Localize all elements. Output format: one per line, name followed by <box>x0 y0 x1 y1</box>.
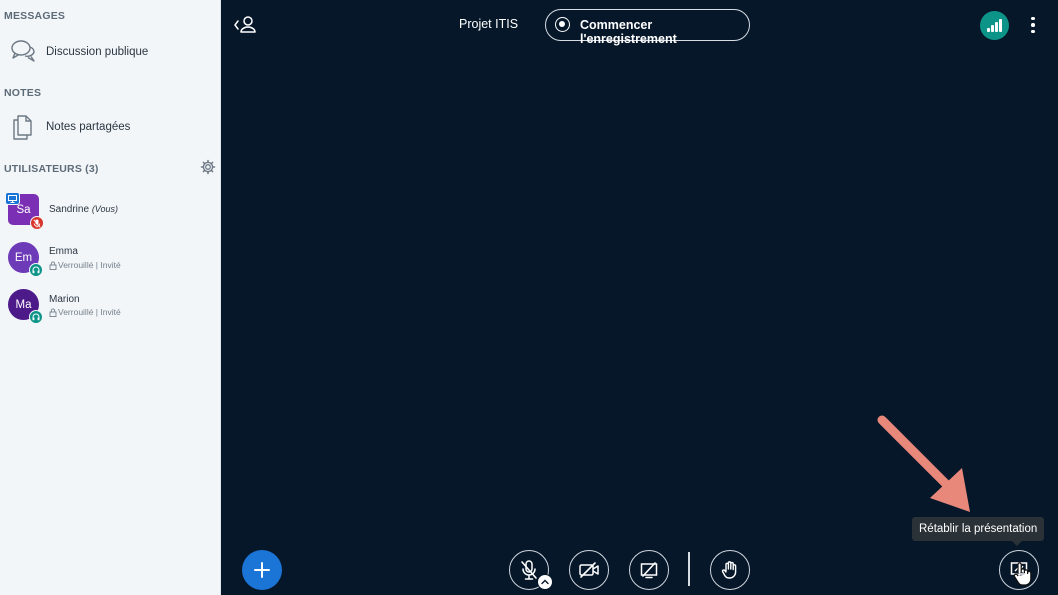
you-tag: (Vous) <box>91 204 118 214</box>
avatar-initials: Sa <box>16 203 31 216</box>
public-chat-item[interactable]: Discussion publique <box>0 34 221 70</box>
camera-off-icon[interactable] <box>569 550 609 590</box>
avatar-initials: Ma <box>15 298 32 311</box>
gear-icon[interactable] <box>200 159 216 175</box>
sidebar: MESSAGES Discussion publique NOTES Notes… <box>0 0 221 595</box>
annotation-arrow-icon <box>877 415 970 512</box>
shared-notes-item[interactable]: Notes partagées <box>0 109 221 145</box>
lock-icon <box>49 308 57 317</box>
user-meta-text: Verrouillé | Invité <box>58 260 121 270</box>
notes-icon <box>13 115 32 140</box>
users-back-icon[interactable] <box>232 13 258 37</box>
user-name: Marion <box>49 294 80 305</box>
user-name-text: Sandrine <box>49 204 90 215</box>
users-section-title: UTILISATEURS (3) <box>4 163 99 175</box>
chat-bubbles-icon <box>11 40 35 62</box>
start-recording-label: Commencer l'enregistrement <box>580 18 677 46</box>
notes-section-title: NOTES <box>4 87 42 99</box>
shared-notes-label: Notes partagées <box>46 121 131 133</box>
presenter-icon <box>5 192 20 205</box>
chevron-up-icon[interactable] <box>537 574 553 590</box>
user-meta: Verrouillé | Invité <box>49 307 121 317</box>
headphones-icon <box>29 263 43 277</box>
user-item-emma[interactable]: Em Emma Verrouillé | Invité <box>0 238 221 280</box>
start-recording-button[interactable]: Commencer l'enregistrement <box>545 9 750 46</box>
mic-muted-badge-icon <box>30 216 44 230</box>
user-item-sandrine[interactable]: Sa Sandrine (Vous) <box>0 190 221 232</box>
signal-bars-icon[interactable] <box>980 11 1009 40</box>
messages-section-title: MESSAGES <box>4 10 66 22</box>
avatar-initials: Em <box>14 251 33 264</box>
public-chat-label: Discussion publique <box>46 46 149 58</box>
user-name: Emma <box>49 246 78 257</box>
user-meta: Verrouillé | Invité <box>49 260 121 270</box>
raise-hand-icon[interactable] <box>710 550 750 590</box>
screen-share-off-icon[interactable] <box>629 550 669 590</box>
user-item-marion[interactable]: Ma Marion Verrouillé | Invité <box>0 285 221 327</box>
meeting-title: Projet ITIS <box>459 17 519 31</box>
user-meta-text: Verrouillé | Invité <box>58 307 121 317</box>
plus-icon[interactable] <box>242 550 282 590</box>
lock-icon <box>49 261 57 270</box>
vertical-dots-icon[interactable] <box>1025 12 1041 38</box>
record-icon <box>555 17 570 32</box>
toolbar-divider <box>688 552 690 586</box>
hand-cursor-icon <box>1013 562 1032 586</box>
headphones-icon <box>29 310 43 324</box>
user-name: Sandrine (Vous) <box>49 204 118 215</box>
